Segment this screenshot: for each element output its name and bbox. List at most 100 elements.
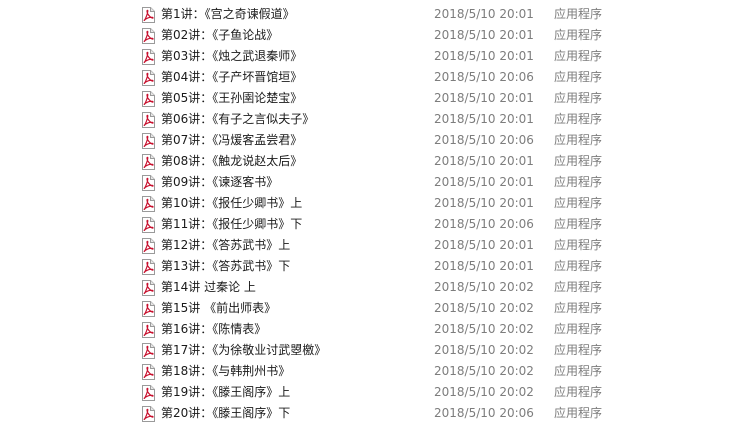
pdf-file-icon [140, 28, 156, 44]
pdf-file-icon [140, 238, 156, 254]
file-row[interactable]: 第08讲：《触龙说赵太后》 2018/5/10 20:01 应用程序 [128, 151, 618, 172]
file-name: 第17讲：《为徐敬业讨武曌檄》 [161, 343, 327, 357]
file-type: 应用程序 [554, 7, 603, 21]
file-modified-date: 2018/5/10 20:06 [434, 217, 534, 231]
file-modified-date: 2018/5/10 20:02 [434, 280, 534, 294]
file-row[interactable]: 第15讲 《前出师表》 2018/5/10 20:02 应用程序 [128, 298, 618, 319]
pdf-file-icon [140, 70, 156, 86]
file-name: 第04讲：《子产坏晋馆垣》 [161, 70, 303, 84]
file-modified-date: 2018/5/10 20:02 [434, 364, 534, 378]
file-name: 第09讲：《谏逐客书》 [161, 175, 279, 189]
pdf-file-icon [140, 7, 156, 23]
file-modified-date: 2018/5/10 20:01 [434, 7, 534, 21]
file-row[interactable]: 第18讲：《与韩荆州书》 2018/5/10 20:02 应用程序 [128, 361, 618, 382]
pdf-file-icon [140, 385, 156, 401]
file-modified-date: 2018/5/10 20:06 [434, 70, 534, 84]
file-modified-date: 2018/5/10 20:06 [434, 406, 534, 420]
file-modified-date: 2018/5/10 20:02 [434, 301, 534, 315]
file-name: 第08讲：《触龙说赵太后》 [161, 154, 303, 168]
file-modified-date: 2018/5/10 20:01 [434, 259, 534, 273]
file-row[interactable]: 第19讲：《滕王阁序》上 2018/5/10 20:02 应用程序 [128, 382, 618, 403]
file-name: 第10讲：《报任少卿书》上 [161, 196, 303, 210]
pdf-file-icon [140, 322, 156, 338]
file-type: 应用程序 [554, 280, 603, 294]
pdf-file-icon [140, 49, 156, 65]
file-type: 应用程序 [554, 196, 603, 210]
file-type: 应用程序 [554, 49, 603, 63]
file-row[interactable]: 第05讲：《王孙圉论楚宝》 2018/5/10 20:01 应用程序 [128, 88, 618, 109]
file-type: 应用程序 [554, 91, 603, 105]
pdf-file-icon [140, 133, 156, 149]
file-name: 第16讲：《陈情表》 [161, 322, 267, 336]
file-name: 第11讲：《报任少卿书》下 [161, 217, 303, 231]
pdf-file-icon [140, 259, 156, 275]
file-modified-date: 2018/5/10 20:01 [434, 28, 534, 42]
file-list: 第1讲：《宫之奇谏假道》 2018/5/10 20:01 应用程序 第02讲：《子鱼论… [128, 4, 618, 428]
pdf-file-icon [140, 364, 156, 380]
file-type: 应用程序 [554, 364, 603, 378]
file-row[interactable]: 第11讲：《报任少卿书》下 2018/5/10 20:06 应用程序 [128, 214, 618, 235]
file-row[interactable]: 第09讲：《谏逐客书》 2018/5/10 20:01 应用程序 [128, 172, 618, 193]
file-modified-date: 2018/5/10 20:01 [434, 175, 534, 189]
file-type: 应用程序 [554, 385, 603, 399]
file-modified-date: 2018/5/10 20:01 [434, 238, 534, 252]
file-name: 第05讲：《王孙圉论楚宝》 [161, 91, 303, 105]
file-modified-date: 2018/5/10 20:02 [434, 322, 534, 336]
pdf-file-icon [140, 280, 156, 296]
file-row[interactable]: 第16讲：《陈情表》 2018/5/10 20:02 应用程序 [128, 319, 618, 340]
file-modified-date: 2018/5/10 20:01 [434, 154, 534, 168]
file-row[interactable]: 第04讲：《子产坏晋馆垣》 2018/5/10 20:06 应用程序 [128, 67, 618, 88]
file-modified-date: 2018/5/10 20:01 [434, 91, 534, 105]
file-type: 应用程序 [554, 259, 603, 273]
pdf-file-icon [140, 217, 156, 233]
file-name: 第03讲：《烛之武退秦师》 [161, 49, 303, 63]
file-type: 应用程序 [554, 112, 603, 126]
file-name: 第06讲：《有子之言似夫子》 [161, 112, 315, 126]
file-type: 应用程序 [554, 133, 603, 147]
pdf-file-icon [140, 343, 156, 359]
file-type: 应用程序 [554, 175, 603, 189]
file-name: 第18讲：《与韩荆州书》 [161, 364, 291, 378]
file-name: 第20讲：《滕王阁序》下 [161, 406, 291, 420]
file-type: 应用程序 [554, 238, 603, 252]
file-name: 第02讲：《子鱼论战》 [161, 28, 279, 42]
file-modified-date: 2018/5/10 20:01 [434, 196, 534, 210]
pdf-file-icon [140, 154, 156, 170]
file-type: 应用程序 [554, 406, 603, 420]
pdf-file-icon [140, 112, 156, 128]
file-row[interactable]: 第12讲：《答苏武书》上 2018/5/10 20:01 应用程序 [128, 235, 618, 256]
pdf-file-icon [140, 175, 156, 191]
file-name: 第13讲：《答苏武书》下 [161, 259, 291, 273]
file-modified-date: 2018/5/10 20:01 [434, 112, 534, 126]
file-type: 应用程序 [554, 217, 603, 231]
file-row[interactable]: 第02讲：《子鱼论战》 2018/5/10 20:01 应用程序 [128, 25, 618, 46]
file-row[interactable]: 第07讲：《冯煖客孟尝君》 2018/5/10 20:06 应用程序 [128, 130, 618, 151]
pdf-file-icon [140, 406, 156, 422]
file-row[interactable]: 第06讲：《有子之言似夫子》 2018/5/10 20:01 应用程序 [128, 109, 618, 130]
file-name: 第12讲：《答苏武书》上 [161, 238, 291, 252]
file-name: 第15讲 《前出师表》 [161, 301, 277, 315]
file-name: 第14讲 过秦论 上 [161, 280, 256, 294]
file-type: 应用程序 [554, 70, 603, 84]
file-modified-date: 2018/5/10 20:02 [434, 385, 534, 399]
file-row[interactable]: 第10讲：《报任少卿书》上 2018/5/10 20:01 应用程序 [128, 193, 618, 214]
file-row[interactable]: 第17讲：《为徐敬业讨武曌檄》 2018/5/10 20:02 应用程序 [128, 340, 618, 361]
file-type: 应用程序 [554, 343, 603, 357]
file-row[interactable]: 第20讲：《滕王阁序》下 2018/5/10 20:06 应用程序 [128, 403, 618, 424]
file-row[interactable]: 第1讲：《宫之奇谏假道》 2018/5/10 20:01 应用程序 [128, 4, 618, 25]
file-type: 应用程序 [554, 301, 603, 315]
file-row[interactable]: 第14讲 过秦论 上 2018/5/10 20:02 应用程序 [128, 277, 618, 298]
file-type: 应用程序 [554, 322, 603, 336]
file-modified-date: 2018/5/10 20:02 [434, 343, 534, 357]
pdf-file-icon [140, 196, 156, 212]
file-name: 第07讲：《冯煖客孟尝君》 [161, 133, 303, 147]
pdf-file-icon [140, 91, 156, 107]
file-type: 应用程序 [554, 154, 603, 168]
pdf-file-icon [140, 301, 156, 317]
file-type: 应用程序 [554, 28, 603, 42]
file-modified-date: 2018/5/10 20:01 [434, 49, 534, 63]
file-modified-date: 2018/5/10 20:06 [434, 133, 534, 147]
file-name: 第1讲：《宫之奇谏假道》 [161, 7, 295, 21]
file-row[interactable]: 第03讲：《烛之武退秦师》 2018/5/10 20:01 应用程序 [128, 46, 618, 67]
file-row[interactable]: 第13讲：《答苏武书》下 2018/5/10 20:01 应用程序 [128, 256, 618, 277]
